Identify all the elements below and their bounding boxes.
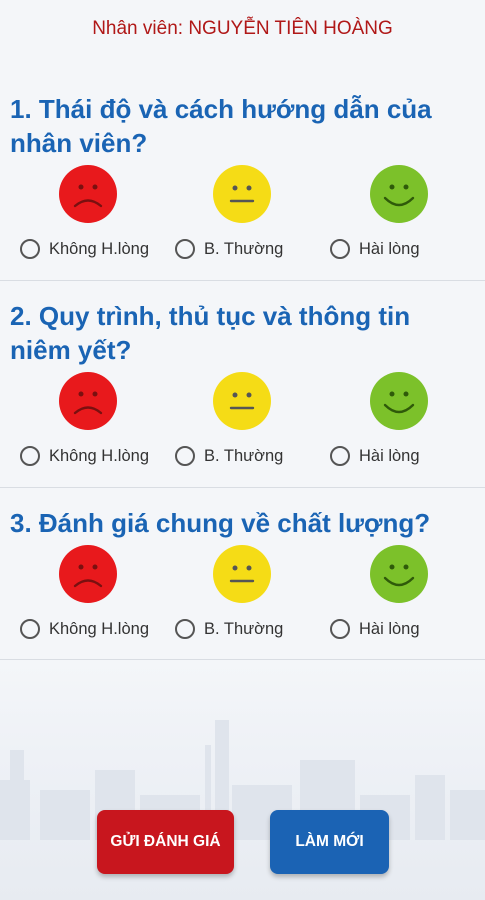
option-label: B. Thường (204, 239, 284, 258)
radio-button[interactable] (175, 239, 195, 259)
happy-face-icon[interactable] (370, 545, 428, 603)
option-dissatisfied[interactable]: Không H.lòng (20, 446, 149, 466)
city-skyline-background (0, 660, 485, 900)
radio-button[interactable] (175, 446, 195, 466)
radio-button[interactable] (20, 446, 40, 466)
option-satisfied[interactable]: Hài lòng (330, 446, 420, 466)
sad-face-icon[interactable] (59, 372, 117, 430)
option-label: Không H.lòng (49, 239, 149, 258)
question-title: 1. Thái độ và cách hướng dẫn của nhân vi… (10, 94, 432, 158)
happy-face-icon[interactable] (370, 165, 428, 223)
option-normal[interactable]: B. Thường (175, 446, 283, 466)
sad-face-icon[interactable] (59, 165, 117, 223)
neutral-face-icon[interactable] (213, 545, 271, 603)
employee-label: Nhân viên: (92, 18, 184, 39)
option-satisfied[interactable]: Hài lòng (330, 619, 420, 639)
option-label: B. Thường (204, 619, 284, 638)
radio-button[interactable] (330, 239, 350, 259)
radio-button[interactable] (175, 619, 195, 639)
employee-name: NGUYỄN TIÊN HOÀNG (188, 18, 393, 39)
option-satisfied[interactable]: Hài lòng (330, 239, 420, 259)
radio-button[interactable] (20, 239, 40, 259)
send-rating-button[interactable]: GỬI ĐÁNH GIÁ (97, 810, 234, 874)
option-label: Hài lòng (359, 446, 420, 465)
option-dissatisfied[interactable]: Không H.lòng (20, 619, 149, 639)
option-label: Hài lòng (359, 619, 420, 638)
option-normal[interactable]: B. Thường (175, 239, 283, 259)
option-label: Không H.lòng (49, 446, 149, 465)
reset-button[interactable]: LÀM MỚI (270, 810, 389, 874)
option-label: Hài lòng (359, 239, 420, 258)
neutral-face-icon[interactable] (213, 165, 271, 223)
employee-header: Nhân viên: NGUYỄN TIÊN HOÀNG (0, 18, 485, 40)
radio-button[interactable] (330, 619, 350, 639)
option-label: B. Thường (204, 446, 284, 465)
question-section-3: 3. Đánh giá chung về chất lượng? Không H… (0, 494, 485, 660)
question-section-1: 1. Thái độ và cách hướng dẫn của nhân vi… (0, 80, 485, 281)
question-title: 3. Đánh giá chung về chất lượng? (10, 508, 431, 538)
option-dissatisfied[interactable]: Không H.lòng (20, 239, 149, 259)
happy-face-icon[interactable] (370, 372, 428, 430)
option-normal[interactable]: B. Thường (175, 619, 283, 639)
question-section-2: 2. Quy trình, thủ tục và thông tin niêm … (0, 287, 485, 488)
sad-face-icon[interactable] (59, 545, 117, 603)
option-label: Không H.lòng (49, 619, 149, 638)
radio-button[interactable] (330, 446, 350, 466)
neutral-face-icon[interactable] (213, 372, 271, 430)
question-title: 2. Quy trình, thủ tục và thông tin niêm … (10, 301, 411, 365)
radio-button[interactable] (20, 619, 40, 639)
